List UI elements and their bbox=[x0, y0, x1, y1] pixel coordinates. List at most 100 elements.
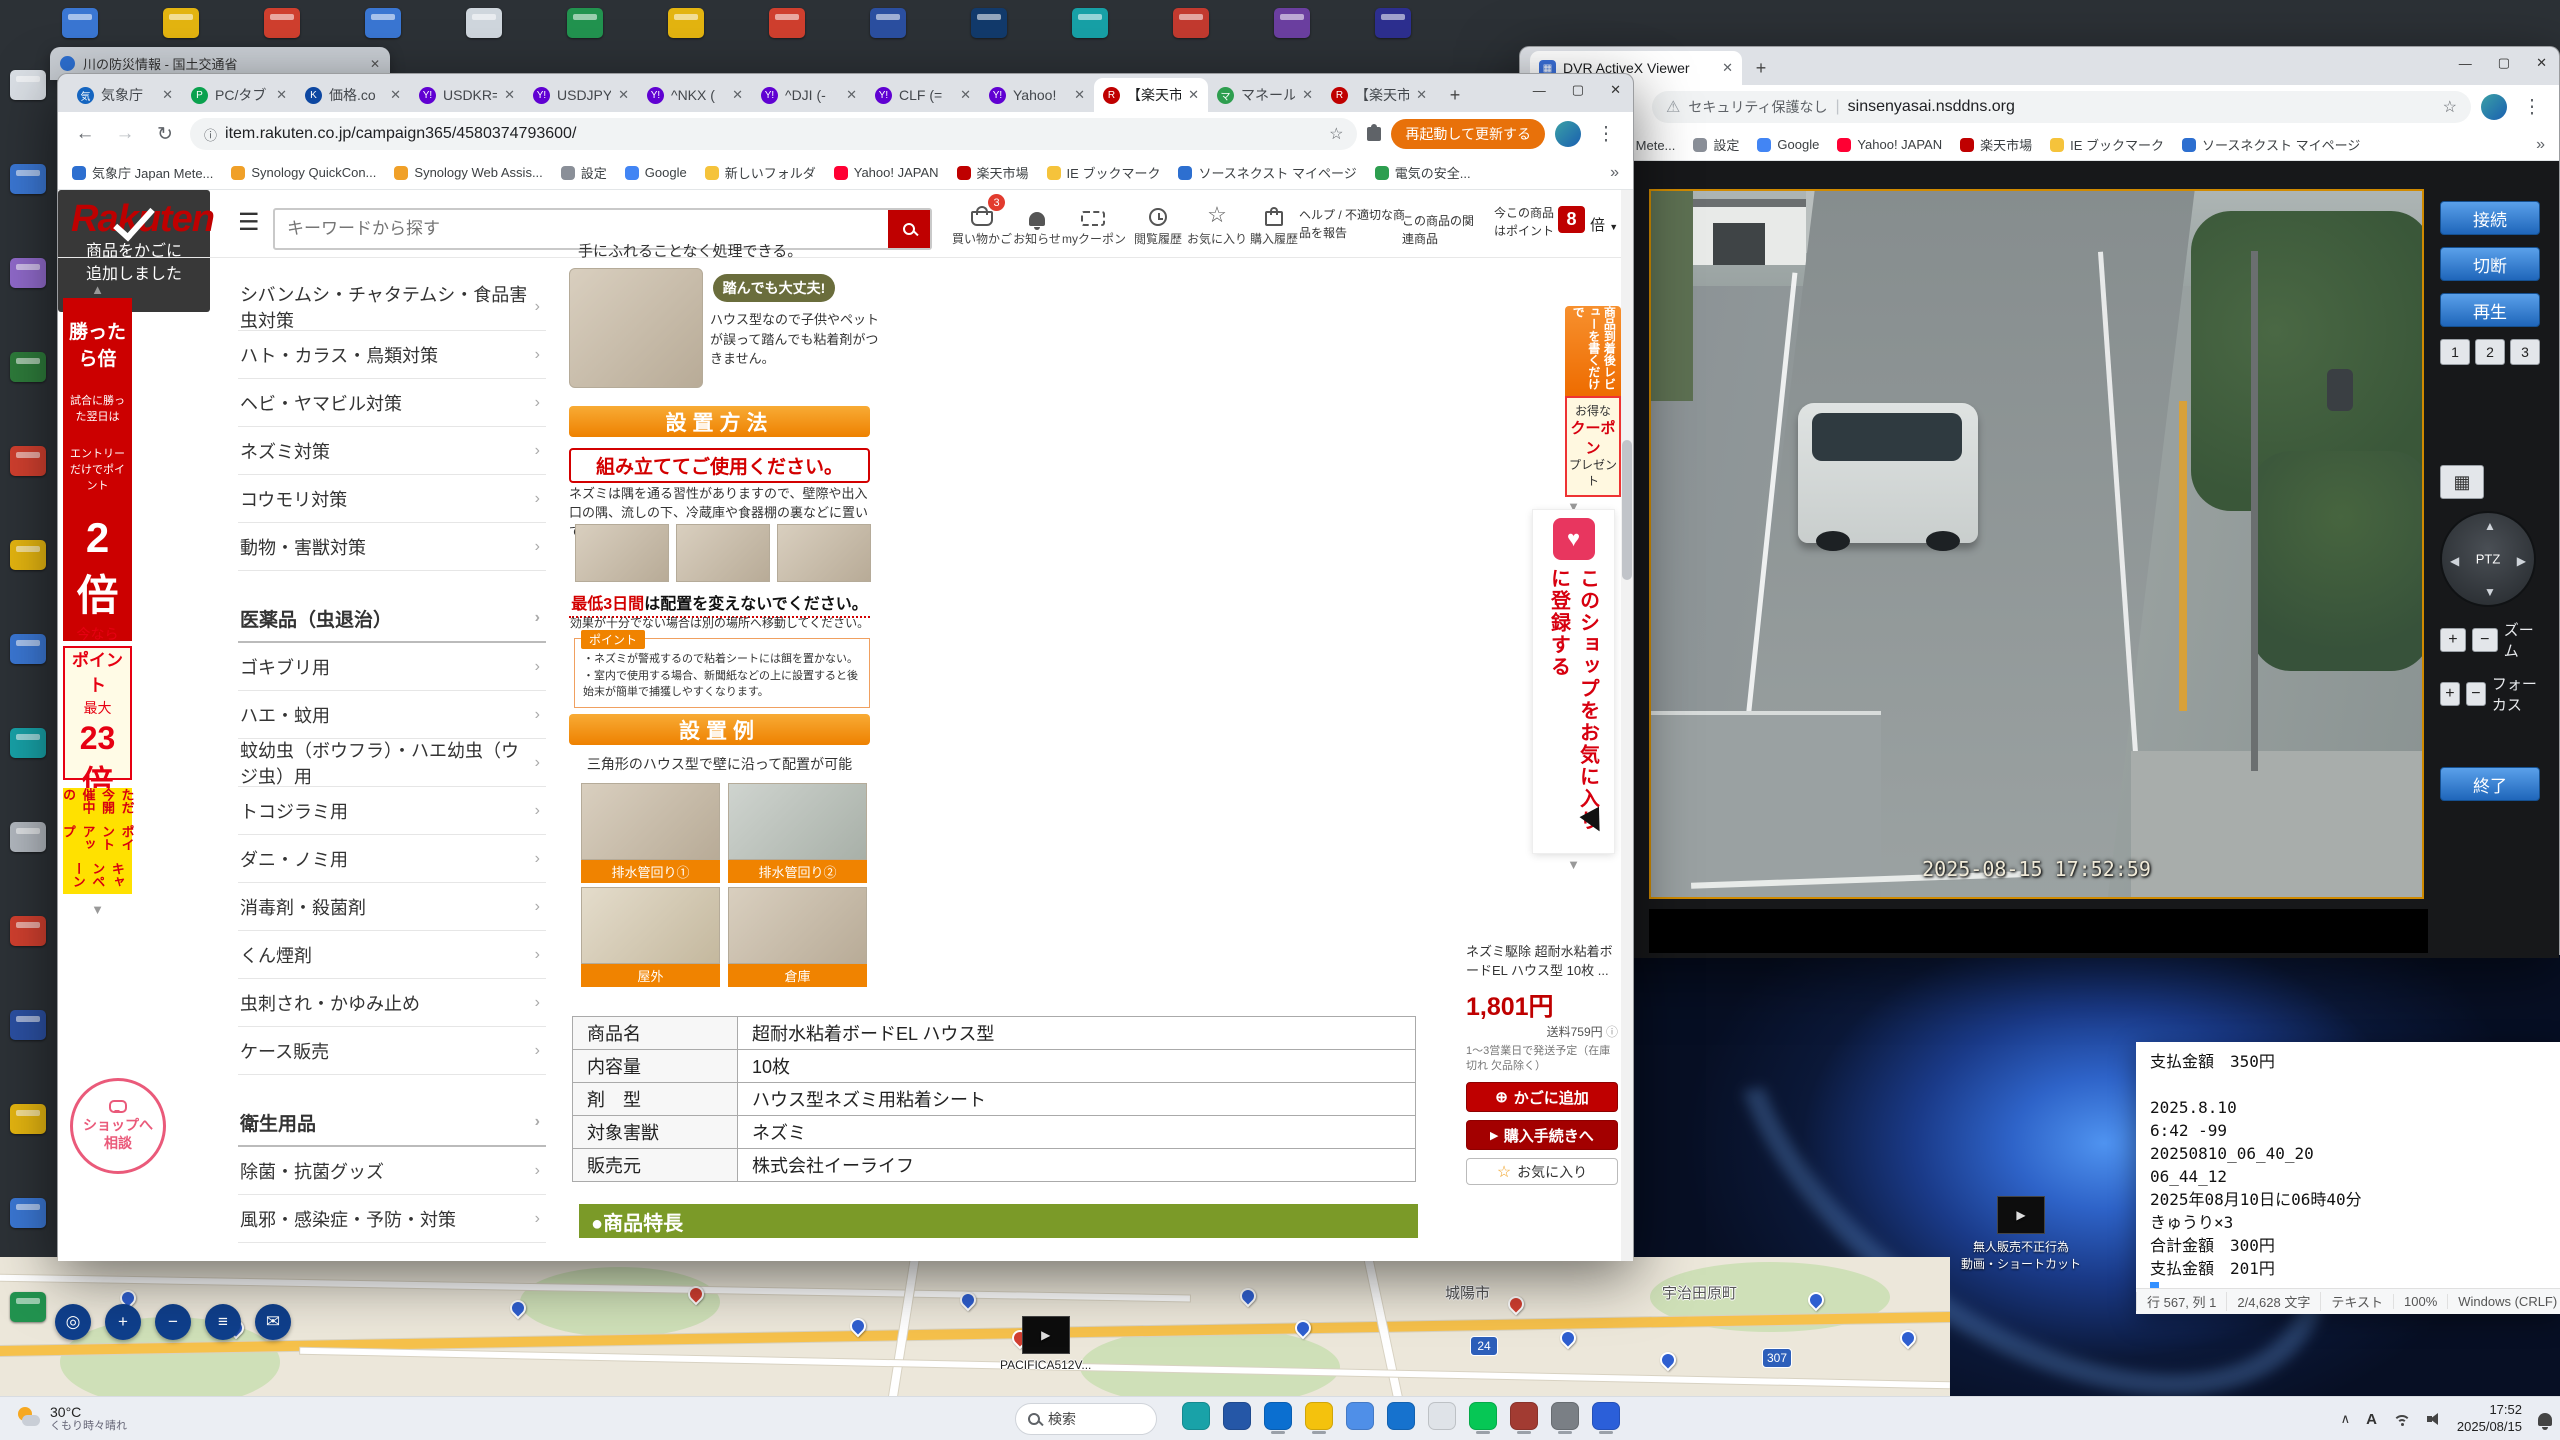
taskbar-app-icon[interactable] bbox=[1180, 1402, 1212, 1436]
browser-tab[interactable]: P PC/タブ ✕ bbox=[182, 78, 296, 112]
map-window[interactable]: 城陽市 宇治田原町 24 307 bbox=[0, 1257, 1950, 1396]
tab-close-icon[interactable]: ✕ bbox=[618, 87, 629, 103]
sidebar-item[interactable]: 除菌・抗菌グッズ › bbox=[238, 1147, 546, 1195]
bookmark-item[interactable]: ソースネクスト マイページ bbox=[2182, 135, 2360, 154]
sidebar-item[interactable]: シバンムシ・チャタテムシ・食品害虫対策 › bbox=[238, 283, 546, 331]
taskbar-app-icon[interactable] bbox=[1426, 1402, 1458, 1436]
browser-tab[interactable]: Y! USDKR= ✕ bbox=[410, 78, 524, 112]
help-link[interactable]: ヘルプ / 不適切な商品を報告 bbox=[1299, 206, 1409, 242]
desktop-shortcut-video[interactable]: ▶ 無人販売不正行為 動画・ショートカット bbox=[1956, 1196, 2086, 1272]
tab-close-icon[interactable]: ✕ bbox=[370, 57, 380, 71]
sidebar-item[interactable]: ダニ・ノミ用 › bbox=[238, 835, 546, 883]
reload-icon[interactable]: ↻ bbox=[150, 123, 180, 146]
header-nav-hist[interactable]: 閲覧履歴 bbox=[1127, 200, 1189, 247]
desktop-icon[interactable] bbox=[10, 822, 46, 852]
desktop-icon[interactable] bbox=[365, 8, 401, 38]
header-nav-bag[interactable]: 購入履歴 bbox=[1243, 200, 1305, 247]
bookmark-item[interactable]: Synology Web Assis... bbox=[394, 163, 543, 182]
bookmark-item[interactable]: Yahoo! JAPAN bbox=[1837, 135, 1942, 154]
ptz-right-icon[interactable]: ▶ bbox=[2517, 554, 2526, 568]
minimize-icon[interactable]: — bbox=[2459, 56, 2472, 71]
maximize-icon[interactable]: ▢ bbox=[1572, 82, 1584, 98]
coupon-banner[interactable]: お得な クーポン プレゼント bbox=[1565, 396, 1621, 497]
maximize-icon[interactable]: ▢ bbox=[2498, 55, 2510, 71]
sidebar-item[interactable]: ハエ・蚊用 › bbox=[238, 691, 546, 739]
browser-tab[interactable]: Y! Yahoo! ✕ bbox=[980, 78, 1094, 112]
disconnect-button[interactable]: 切断 bbox=[2440, 247, 2540, 281]
tab-close-icon[interactable]: ✕ bbox=[732, 87, 743, 103]
header-nav-star[interactable]: ☆ お気に入り bbox=[1186, 200, 1248, 247]
tray-overflow-icon[interactable]: ∧ bbox=[2341, 1411, 2351, 1427]
channel-button[interactable]: 1 bbox=[2440, 339, 2470, 365]
sidebar-item[interactable]: 衛生用品 › bbox=[238, 1099, 546, 1147]
review-banner[interactable]: 商品到着後レビューを書くだけで bbox=[1565, 306, 1621, 396]
taskbar-app-icon[interactable] bbox=[1344, 1402, 1376, 1436]
favorite-button[interactable]: ☆ お気に入り bbox=[1466, 1158, 1618, 1186]
search-button[interactable] bbox=[888, 210, 930, 248]
bookmark-item[interactable]: 楽天市場 bbox=[956, 163, 1029, 182]
desktop-icon[interactable] bbox=[870, 8, 906, 38]
channel-button[interactable]: 3 bbox=[2510, 339, 2540, 365]
sidebar-item[interactable]: ゴキブリ用 › bbox=[238, 643, 546, 691]
bookmark-item[interactable]: 電気の安全... bbox=[1374, 163, 1471, 182]
browser-tab[interactable]: Y! CLF (= ✕ bbox=[866, 78, 980, 112]
map-pin[interactable] bbox=[1236, 1284, 1260, 1308]
ptz-down-icon[interactable]: ▼ bbox=[2484, 585, 2496, 599]
browser-tab[interactable]: マ マネール ✕ bbox=[1208, 78, 1322, 112]
map-zoom-out-button[interactable]: − bbox=[155, 1304, 191, 1340]
tab-close-icon[interactable]: ✕ bbox=[1302, 87, 1313, 103]
new-tab-button[interactable]: + bbox=[1748, 55, 1774, 81]
map-pin[interactable] bbox=[1556, 1326, 1580, 1350]
update-chrome-button[interactable]: 再起動して更新する bbox=[1391, 119, 1545, 149]
desktop-icon[interactable] bbox=[264, 8, 300, 38]
header-nav-bell[interactable]: お知らせ bbox=[1006, 200, 1068, 247]
sidebar-item[interactable]: コウモリ対策 › bbox=[238, 475, 546, 523]
profile-avatar[interactable] bbox=[2481, 94, 2507, 120]
address-bar[interactable]: ⓘ item.rakuten.co.jp/campaign365/4580374… bbox=[190, 118, 1358, 150]
desktop-shortcut-pacifica[interactable]: ▶ PACIFICA512V... bbox=[1000, 1316, 1091, 1372]
bookmark-item[interactable]: ソースネクスト マイページ bbox=[1178, 163, 1357, 182]
desktop-icon[interactable] bbox=[163, 8, 199, 38]
zoom-in-button[interactable]: + bbox=[2440, 628, 2466, 652]
tab-close-icon[interactable]: ✕ bbox=[960, 87, 971, 103]
bookmarks-overflow-icon[interactable]: » bbox=[1610, 164, 1619, 182]
product-title[interactable]: ネズミ駆除 超耐水粘着ボードEL ハウス型 10枚 ... bbox=[1466, 943, 1618, 981]
bookmark-star-icon[interactable]: ☆ bbox=[1329, 124, 1343, 144]
bookmark-item[interactable]: Google bbox=[1757, 135, 1819, 154]
browser-tab[interactable]: K 価格.co ✕ bbox=[296, 78, 410, 112]
browser-tab[interactable]: R 【楽天市 ✕ bbox=[1094, 78, 1208, 112]
sidebar-item[interactable]: ネズミ対策 › bbox=[238, 427, 546, 475]
speaker-icon[interactable] bbox=[2426, 1413, 2441, 1425]
sidebar-item[interactable]: ヘビ・ヤマビル対策 › bbox=[238, 379, 546, 427]
bookmark-item[interactable]: IE ブックマーク bbox=[2050, 135, 2164, 154]
sidebar-item[interactable]: トコジラミ用 › bbox=[238, 787, 546, 835]
browser-tab[interactable]: 気 気象庁 ✕ bbox=[68, 78, 182, 112]
map-chat-button[interactable]: ✉ bbox=[255, 1304, 291, 1340]
desktop-icon[interactable] bbox=[10, 916, 46, 946]
tab-close-icon[interactable]: ✕ bbox=[1416, 87, 1427, 103]
desktop-icon[interactable] bbox=[10, 634, 46, 664]
point-unit[interactable]: 倍 ▼ bbox=[1590, 214, 1618, 235]
hamburger-menu-icon[interactable]: ☰ bbox=[238, 208, 260, 237]
desktop-icon[interactable] bbox=[971, 8, 1007, 38]
ptz-control[interactable]: ▲ ▼ ◀ ▶ PTZ bbox=[2440, 511, 2536, 607]
promo-prev-icon[interactable]: ▲ bbox=[63, 282, 132, 297]
map-pin[interactable] bbox=[1896, 1326, 1920, 1350]
bookmark-item[interactable]: 新しいフォルダ bbox=[704, 163, 816, 182]
browser-tab[interactable]: Y! USDJPY( ✕ bbox=[524, 78, 638, 112]
desktop-icon[interactable] bbox=[567, 8, 603, 38]
desktop-icon[interactable] bbox=[668, 8, 704, 38]
forward-icon[interactable]: → bbox=[110, 123, 140, 145]
tab-close-icon[interactable]: ✕ bbox=[162, 87, 173, 103]
bookmark-item[interactable]: Synology QuickCon... bbox=[231, 163, 376, 182]
taskbar-app-icon[interactable] bbox=[1303, 1402, 1335, 1436]
related-items-link[interactable]: この商品の関連商品 bbox=[1402, 212, 1482, 248]
desktop-icon[interactable] bbox=[466, 8, 502, 38]
browser-tab[interactable]: Y! ^NKX ( ✕ bbox=[638, 78, 752, 112]
desktop-icon[interactable] bbox=[10, 1198, 46, 1228]
promo-next-icon[interactable]: ▼ bbox=[63, 902, 132, 917]
desktop-icon[interactable] bbox=[1274, 8, 1310, 38]
search-input[interactable] bbox=[275, 219, 888, 239]
desktop-icon[interactable] bbox=[10, 1104, 46, 1134]
taskbar-app-icon[interactable] bbox=[1508, 1402, 1540, 1436]
